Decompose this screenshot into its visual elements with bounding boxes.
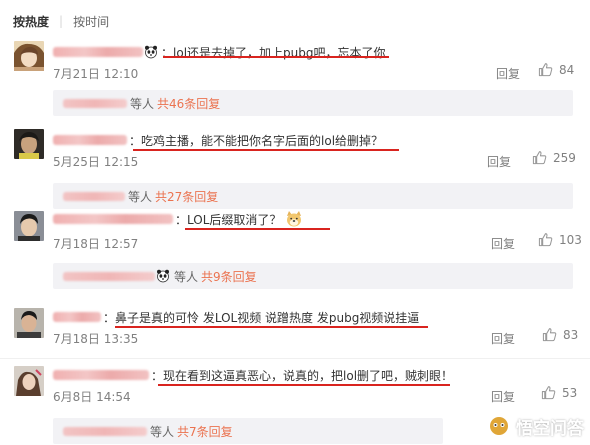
red-underline [133, 149, 399, 151]
view-replies-bar[interactable]: 等人 共27条回复 [53, 183, 573, 209]
avatar[interactable] [14, 366, 44, 396]
username-redacted[interactable] [53, 214, 173, 224]
thumbs-up-icon [542, 328, 557, 342]
reply-button[interactable]: 回复 [491, 388, 515, 405]
comment-item: ： LOL后缀取消了？ 7月18日 12:57 回复 103 [0, 208, 590, 256]
comment-text: 吃鸡主播，能不能把你名字后面的lol给删掉？ [141, 133, 384, 148]
panda-emoji-icon [156, 269, 170, 283]
red-underline [185, 228, 330, 230]
comment-item: ： 鼻子是真的可怜 发LOL视频 说蹭热度 发pubg视频说挂逼 7月18日 1… [0, 306, 590, 354]
sort-by-hot-tab[interactable]: 按热度 [13, 13, 49, 30]
avatar[interactable] [14, 308, 44, 338]
like-count: 83 [563, 327, 579, 342]
view-replies-bar[interactable]: 等人 共7条回复 [53, 418, 443, 444]
sort-divider: | [59, 14, 64, 28]
colon: ： [175, 212, 188, 227]
avatar[interactable] [14, 211, 44, 241]
comment-date: 7月21日 12:10 [53, 67, 139, 81]
red-underline [158, 384, 450, 386]
comment-item: ： 现在看到这逼真恶心，说真的，把lol删了吧，贼刺眼！ 6月8日 14:54 … [0, 364, 590, 412]
sort-by-time-tab[interactable]: 按时间 [73, 13, 109, 30]
username-redacted[interactable] [53, 312, 101, 322]
colon: ： [151, 368, 164, 383]
doge-emoji-icon [285, 210, 303, 228]
reply-usernames-redacted [63, 271, 155, 281]
username-redacted[interactable] [53, 47, 143, 57]
watermark-text: 悟空问答 [516, 418, 584, 439]
reply-etal: 等人 [174, 269, 199, 284]
reply-button[interactable]: 回复 [491, 235, 515, 252]
comment-item: ： lol还是去掉了，加上pubg吧，忘本了你 7月21日 12:10 回复 8… [0, 41, 590, 89]
colon: ： [129, 133, 142, 148]
sort-bar: 按热度 | 按时间 [13, 12, 109, 30]
wukong-logo-icon [487, 414, 511, 438]
reply-etal: 等人 [130, 96, 155, 111]
like-button[interactable]: 83 [542, 327, 578, 342]
reply-button[interactable]: 回复 [491, 330, 515, 347]
watermark: 悟空问答 [486, 413, 584, 439]
like-button[interactable]: 103 [538, 232, 582, 247]
view-replies-bar[interactable]: 等人 共9条回复 [53, 263, 573, 289]
comment-header: ： 现在看到这逼真恶心，说真的，把lol删了吧，贼刺眼！ [53, 366, 453, 384]
reply-etal: 等人 [150, 424, 175, 439]
reply-button[interactable]: 回复 [487, 153, 511, 170]
reply-usernames-redacted [63, 426, 147, 436]
comment-date: 7月18日 12:57 [53, 237, 139, 251]
avatar[interactable] [14, 41, 44, 71]
reply-count[interactable]: 共9条回复 [201, 268, 257, 285]
reply-button[interactable]: 回复 [496, 65, 520, 82]
comment-text: LOL后缀取消了？ [187, 212, 282, 227]
like-count: 53 [562, 385, 578, 400]
like-count: 103 [559, 232, 582, 247]
reply-usernames-redacted [63, 98, 127, 108]
comment-date: 6月8日 14:54 [53, 390, 131, 404]
divider [0, 358, 590, 359]
red-underline [163, 56, 389, 58]
like-button[interactable]: 259 [532, 150, 576, 165]
like-button[interactable]: 84 [538, 62, 574, 77]
comment-header: ： LOL后缀取消了？ [53, 210, 303, 228]
panda-emoji-icon [144, 45, 158, 59]
comment-header: ： lol还是去掉了，加上pubg吧，忘本了你 [53, 43, 385, 61]
comment-text: 现在看到这逼真恶心，说真的，把lol删了吧，贼刺眼！ [163, 368, 454, 383]
reply-count[interactable]: 共46条回复 [157, 95, 220, 112]
reply-usernames-redacted [63, 191, 125, 201]
comment-header: ： 吃鸡主播，能不能把你名字后面的lol给删掉？ [53, 131, 383, 149]
red-underline [115, 326, 428, 328]
comment-text: 鼻子是真的可怜 发LOL视频 说蹭热度 发pubg视频说挂逼 [115, 310, 420, 325]
reply-count[interactable]: 共7条回复 [177, 423, 233, 440]
reply-count[interactable]: 共27条回复 [155, 188, 218, 205]
colon: ： [103, 310, 116, 325]
thumbs-up-icon [538, 233, 553, 247]
like-count: 259 [553, 150, 576, 165]
reply-etal: 等人 [128, 189, 153, 204]
username-redacted[interactable] [53, 135, 127, 145]
like-count: 84 [559, 62, 575, 77]
thumbs-up-icon [541, 386, 556, 400]
comment-date: 7月18日 13:35 [53, 332, 139, 346]
thumbs-up-icon [538, 63, 553, 77]
like-button[interactable]: 53 [541, 385, 577, 400]
view-replies-bar[interactable]: 等人 共46条回复 [53, 90, 573, 116]
comment-item: ： 吃鸡主播，能不能把你名字后面的lol给删掉？ 5月25日 12:15 回复 … [0, 129, 590, 177]
thumbs-up-icon [532, 151, 547, 165]
avatar[interactable] [14, 129, 44, 159]
comment-date: 5月25日 12:15 [53, 155, 139, 169]
comment-header: ： 鼻子是真的可怜 发LOL视频 说蹭热度 发pubg视频说挂逼 [53, 308, 419, 326]
username-redacted[interactable] [53, 370, 149, 380]
